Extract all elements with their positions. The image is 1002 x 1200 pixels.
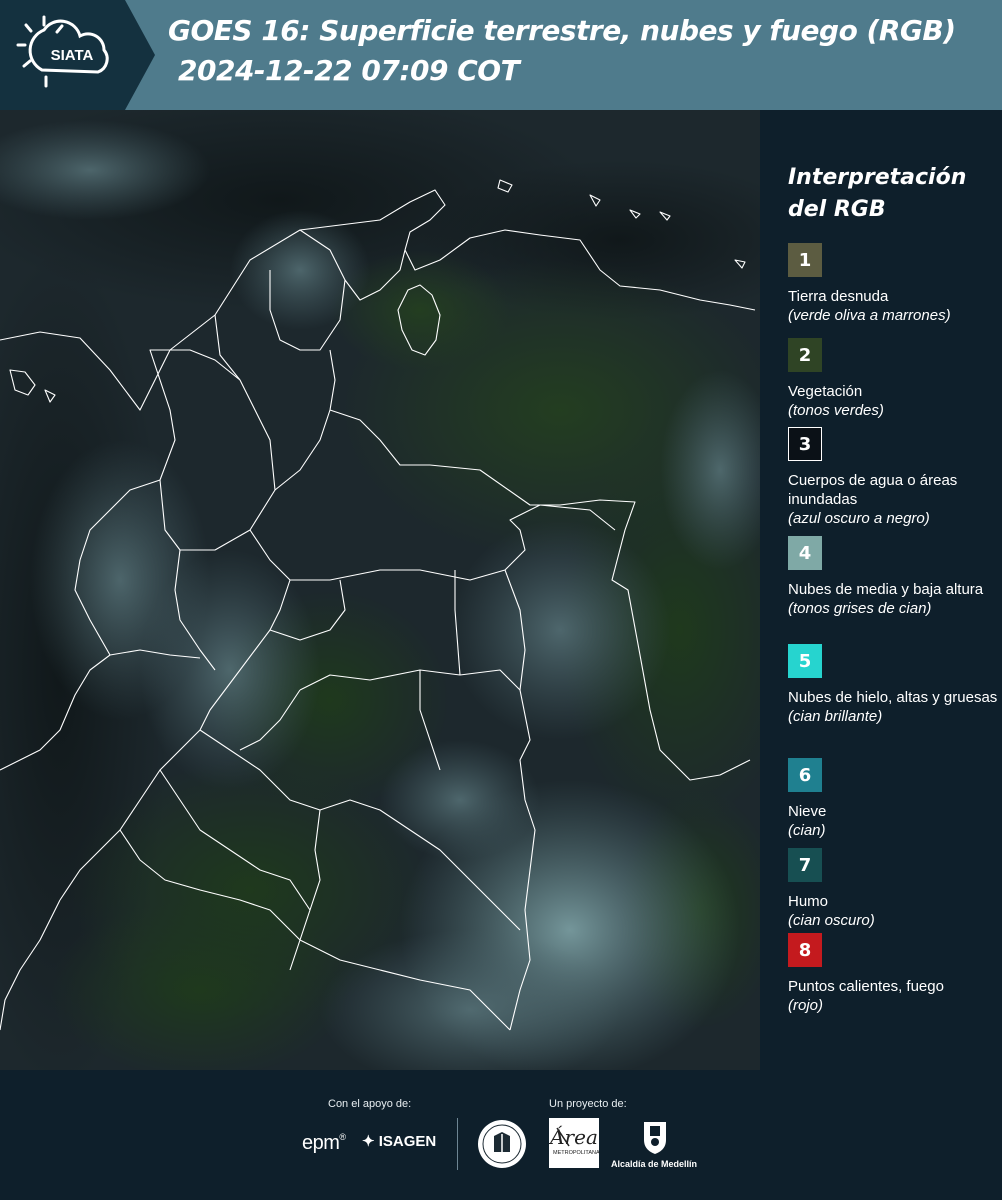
svg-text:Área: Área xyxy=(549,1125,598,1149)
legend-sublabel: (tonos grises de cian) xyxy=(788,600,932,617)
legend-sublabel: (rojo) xyxy=(788,997,824,1014)
legend-item-1: 1 Tierra desnuda (verde oliva a marrones) xyxy=(788,243,1002,325)
legend-label: Cuerpos de agua o áreas inundadas xyxy=(788,472,958,508)
footer-divider xyxy=(457,1118,458,1170)
siata-logo: SIATA xyxy=(0,0,155,110)
legend-item-8: 8 Puntos calientes, fuego (rojo) xyxy=(788,933,1002,1015)
support-caption: Con el apoyo de: xyxy=(328,1098,412,1110)
legend-swatch: 8 xyxy=(788,933,822,967)
legend-swatch: 5 xyxy=(788,644,822,678)
satellite-map[interactable] xyxy=(0,110,760,1070)
legend-swatch: 4 xyxy=(788,536,822,570)
legend-sublabel: (cian) xyxy=(788,822,826,839)
metropolitana-logo: Área xyxy=(549,1118,599,1168)
legend-swatch: 7 xyxy=(788,848,822,882)
legend-swatch: 3 xyxy=(788,427,822,461)
metropolitana-logo-text: METROPOLITANA xyxy=(553,1150,600,1156)
legend-label: Tierra desnuda xyxy=(788,288,889,305)
legend-item-4: 4 Nubes de media y baja altura (tonos gris… xyxy=(788,536,1002,618)
legend-label: Nubes de hielo, altas y gruesas xyxy=(788,689,998,706)
legend-label: Nubes de media y baja altura xyxy=(788,581,984,598)
legend-swatch: 1 xyxy=(788,243,822,277)
epm-logo: epm® xyxy=(302,1132,346,1154)
epm-logo-text: epm xyxy=(302,1132,340,1154)
project-caption: Un proyecto de: xyxy=(549,1098,627,1110)
legend-sublabel: (cian oscuro) xyxy=(788,912,875,929)
legend-label: Nieve xyxy=(788,803,827,820)
legend-sublabel: (cian brillante) xyxy=(788,708,883,725)
legend-sublabel: (verde oliva a marrones) xyxy=(788,307,951,324)
legend-label: Humo xyxy=(788,893,829,910)
legend-item-5: 5 Nubes de hielo, altas y gruesas (cian br… xyxy=(788,644,1002,726)
footer: Con el apoyo de: Un proyecto de: epm® ✦ … xyxy=(0,1070,1002,1200)
legend-label: Vegetación xyxy=(788,383,863,400)
legend-item-3: 3 Cuerpos de agua o áreas inundadas (azul … xyxy=(788,427,1002,528)
legend-sublabel: (tonos verdes) xyxy=(788,402,884,419)
legend-label: Puntos calientes, fuego xyxy=(788,978,944,995)
isagen-logo-text: ISAGEN xyxy=(378,1133,437,1150)
page-title: GOES 16: Superficie terrestre, nubes y f… xyxy=(168,14,956,47)
legend-swatch: 6 xyxy=(788,758,822,792)
medellin-coat-of-arms-logo xyxy=(644,1122,666,1154)
medellin-logo-text: Alcaldía de Medellín xyxy=(611,1159,698,1169)
legend-item-2: 2 Vegetación (tonos verdes) xyxy=(788,338,1002,420)
university-seal-logo xyxy=(478,1120,526,1168)
legend-item-6: 6 Nieve (cian) xyxy=(788,758,1002,840)
legend-title: Interpretación del RGB xyxy=(788,165,967,222)
legend-sublabel: (azul oscuro a negro) xyxy=(788,510,930,527)
siata-logo-text: SIATA xyxy=(51,47,94,64)
isagen-logo: ✦ ISAGEN xyxy=(362,1132,436,1150)
legend-swatch: 2 xyxy=(788,338,822,372)
isagen-icon: ✦ xyxy=(362,1133,379,1150)
timestamp: 2024-12-22 07:09 COT xyxy=(178,54,520,87)
header-bar: SIATA GOES 16: Superficie terrestre, nub… xyxy=(0,0,1002,110)
rgb-legend: Interpretación del RGB 1 Tierra desnuda (v… xyxy=(775,110,1002,1070)
legend-item-7: 7 Humo (cian oscuro) xyxy=(788,848,1002,930)
